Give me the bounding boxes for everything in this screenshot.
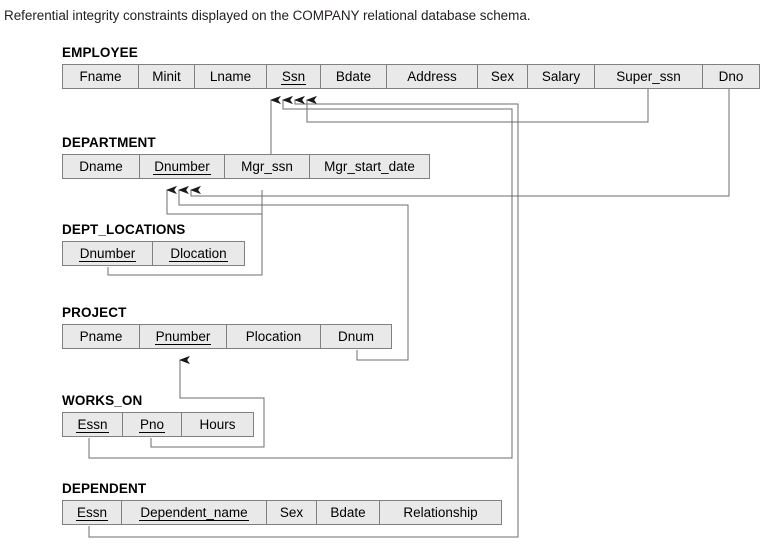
relation-title-dept-locations: DEPT_LOCATIONS — [62, 222, 186, 237]
attribute-label: Dnumber — [153, 158, 211, 175]
relation-dependent: DEPENDENT Essn Dependent_name Sex Bdate Rela… — [62, 481, 502, 525]
relation-title-project: PROJECT — [62, 305, 127, 320]
attribute-label: Mgr_start_date — [324, 159, 415, 174]
attribute-label: Hours — [199, 417, 236, 432]
attribute-project-pnumber: Pnumber — [140, 325, 227, 348]
attribute-label: Essn — [75, 504, 108, 521]
attribute-works_on-essn: Essn — [63, 413, 123, 436]
attribute-employee-sex: Sex — [478, 65, 528, 88]
relation-employee: EMPLOYEE Fname Minit Lname Ssn Bdate Address S… — [62, 45, 760, 89]
attribute-department-mgr_start_date: Mgr_start_date — [310, 155, 429, 178]
attribute-employee-minit: Minit — [139, 65, 195, 88]
attribute-employee-ssn: Ssn — [267, 65, 321, 88]
attribute-employee-lname: Lname — [195, 65, 267, 88]
attribute-label: Dnum — [337, 329, 374, 344]
attribute-label: Bdate — [330, 505, 366, 520]
attribute-label: Dependent_name — [139, 504, 249, 521]
attribute-dept_locations-dlocation: Dlocation — [153, 242, 244, 265]
attribute-label: Sex — [490, 69, 515, 84]
attribute-department-dnumber: Dnumber — [140, 155, 225, 178]
attribute-label: Fname — [79, 69, 122, 84]
attribute-label: Essn — [76, 416, 109, 433]
figure-caption: Referential integrity constraints displa… — [4, 8, 531, 23]
attribute-label: Plocation — [245, 329, 302, 344]
attribute-department-dname: Dname — [63, 155, 140, 178]
relation-works-on: WORKS_ON Essn Pno Hours — [62, 393, 254, 437]
relation-header-row-employee: Fname Minit Lname Ssn Bdate Address Sex Salary S… — [62, 64, 760, 89]
relation-title-dependent: DEPENDENT — [62, 481, 147, 496]
attribute-label: Dnumber — [78, 245, 137, 262]
relation-dept-locations: DEPT_LOCATIONS Dnumber Dlocation — [62, 222, 245, 266]
relation-title-employee: EMPLOYEE — [62, 45, 138, 60]
attribute-department-mgr_ssn: Mgr_ssn — [225, 155, 310, 178]
relation-project: PROJECT Pname Pnumber Plocation Dnum — [62, 305, 392, 349]
attribute-project-pname: Pname — [63, 325, 140, 348]
attribute-label: Pname — [79, 329, 123, 344]
relation-header-row-project: Pname Pnumber Plocation Dnum — [62, 324, 392, 349]
attribute-works_on-hours: Hours — [182, 413, 253, 436]
attribute-dependent-dependent_name: Dependent_name — [122, 501, 267, 524]
relation-header-row-department: Dname Dnumber Mgr_ssn Mgr_start_date — [62, 154, 430, 179]
attribute-project-dnum: Dnum — [321, 325, 391, 348]
fk-link-dno — [190, 89, 730, 197]
attribute-label: Dname — [79, 159, 123, 174]
fk-link-super-ssn — [306, 89, 649, 123]
attribute-employee-super_ssn: Super_ssn — [595, 65, 703, 88]
attribute-label: Pnumber — [154, 328, 212, 345]
attribute-employee-bdate: Bdate — [321, 65, 387, 88]
attribute-label: Sex — [279, 505, 304, 520]
attribute-dependent-essn: Essn — [63, 501, 122, 524]
attribute-label: Dlocation — [169, 245, 228, 262]
attribute-label: Bdate — [335, 69, 372, 84]
attribute-label: Lname — [209, 69, 252, 84]
attribute-label: Super_ssn — [616, 69, 681, 84]
attribute-label: Pno — [138, 416, 166, 433]
attribute-label: Ssn — [280, 68, 307, 85]
attribute-dept_locations-dnumber: Dnumber — [63, 242, 153, 265]
relation-header-row-dept-locations: Dnumber Dlocation — [62, 241, 245, 266]
attribute-label: Salary — [541, 69, 581, 84]
figure-canvas: Referential integrity constraints displa… — [0, 0, 772, 547]
attribute-label: Dno — [718, 69, 744, 84]
relation-title-department: DEPARTMENT — [62, 135, 156, 150]
relation-department: DEPARTMENT Dname Dnumber Mgr_ssn Mgr_start_… — [62, 135, 430, 179]
attribute-employee-salary: Salary — [528, 65, 595, 88]
attribute-employee-fname: Fname — [63, 65, 139, 88]
attribute-dependent-relationship: Relationship — [380, 501, 501, 524]
relation-title-works-on: WORKS_ON — [62, 393, 143, 408]
attribute-dependent-sex: Sex — [267, 501, 317, 524]
attribute-label: Relationship — [403, 505, 478, 520]
attribute-dependent-bdate: Bdate — [317, 501, 380, 524]
attribute-label: Address — [407, 69, 457, 84]
relation-header-row-works-on: Essn Pno Hours — [62, 412, 254, 437]
attribute-works_on-pno: Pno — [123, 413, 182, 436]
attribute-employee-address: Address — [387, 65, 478, 88]
attribute-label: Minit — [152, 69, 181, 84]
attribute-label: Mgr_ssn — [241, 159, 293, 174]
attribute-employee-dno: Dno — [703, 65, 759, 88]
relation-header-row-dependent: Essn Dependent_name Sex Bdate Relationship — [62, 500, 502, 525]
attribute-project-plocation: Plocation — [227, 325, 321, 348]
